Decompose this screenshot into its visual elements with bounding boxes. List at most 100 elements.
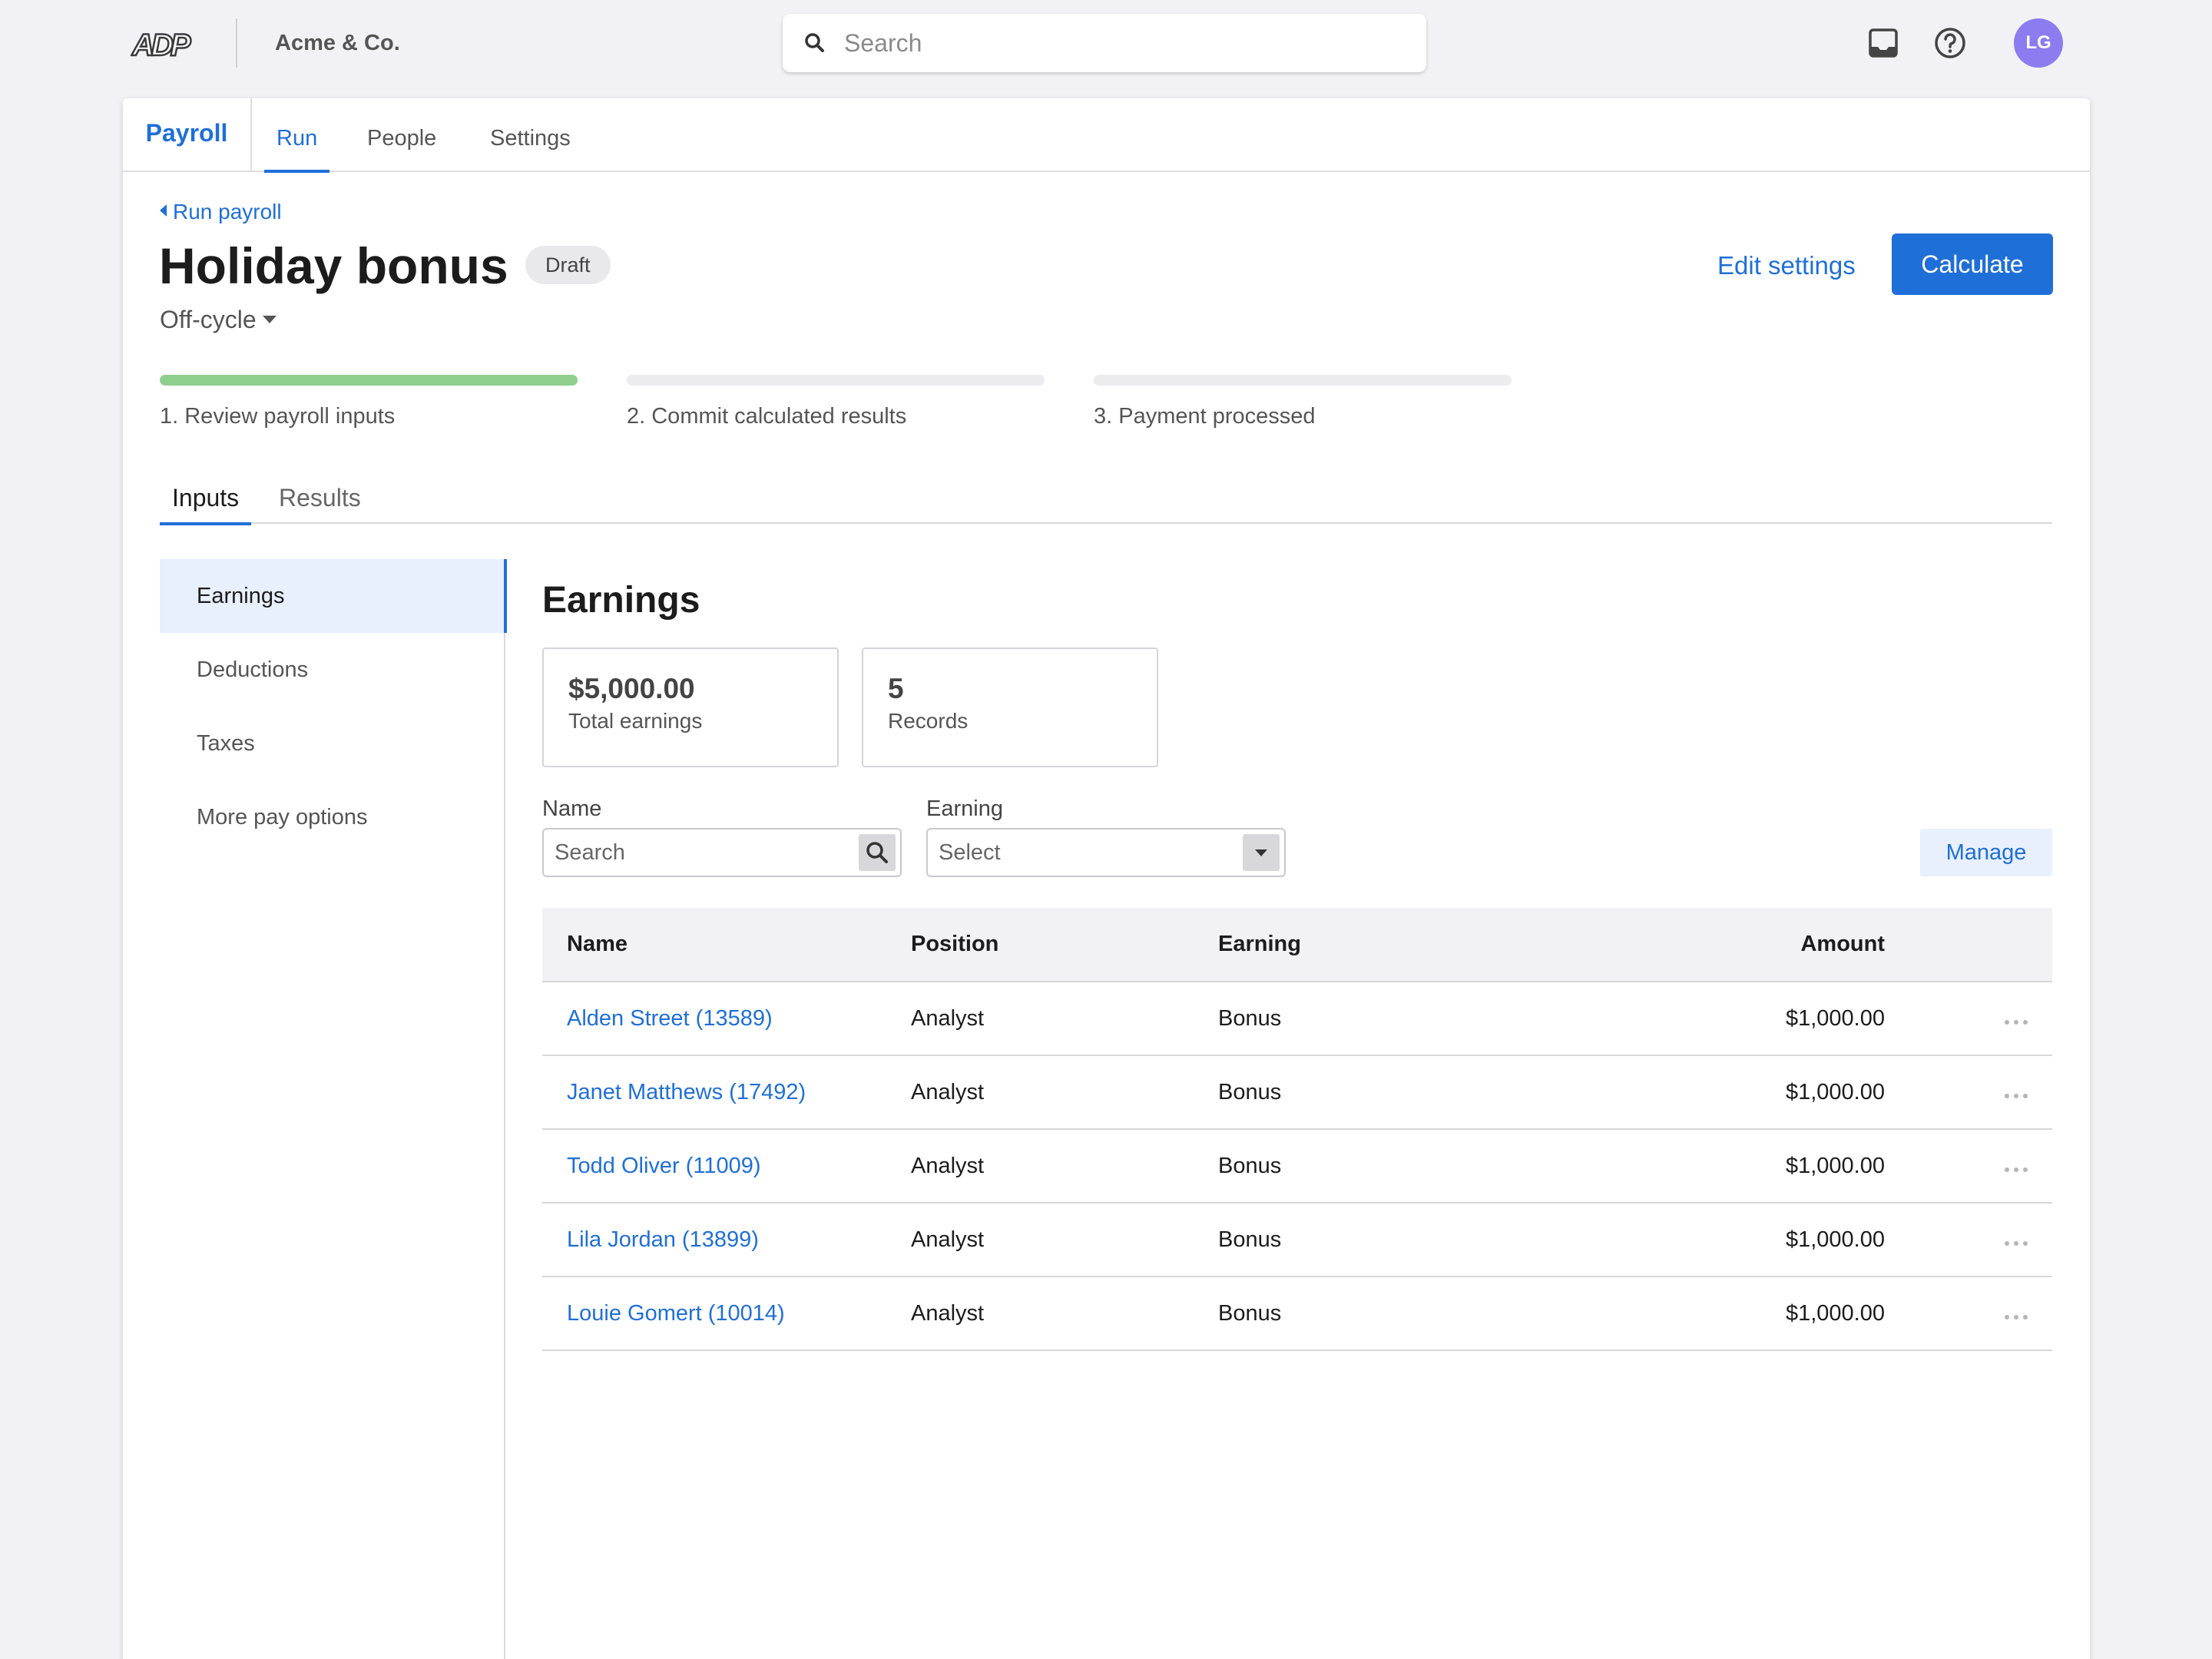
payroll-type-dropdown[interactable]: Off-cycle [160, 304, 276, 335]
top-bar: ADP Acme & Co. LG [0, 0, 2212, 86]
more-icon[interactable] [2003, 1314, 2029, 1320]
stat-label: Records [888, 709, 969, 733]
sidenav-item-earnings[interactable]: Earnings [160, 559, 507, 633]
stat-card-records: 5 Records [862, 647, 1158, 767]
earning-filter-label: Earning [926, 796, 1003, 821]
name-filter[interactable] [542, 828, 902, 877]
sidenav-item-taxes[interactable]: Taxes [160, 707, 505, 780]
back-link-label: Run payroll [173, 200, 282, 224]
logo-divider [236, 18, 237, 68]
column-header-earning[interactable]: Earning [1218, 908, 1618, 982]
progress-step-label: 3. Payment processed [1094, 404, 1316, 429]
cell-amount: $1,000.00 [1618, 1203, 1885, 1277]
cell-amount: $1,000.00 [1618, 1129, 1885, 1204]
help-icon[interactable] [1933, 26, 1967, 60]
payroll-card: Payroll Run People Settings Run payroll … [123, 98, 2090, 1659]
manage-button[interactable]: Manage [1920, 829, 2052, 876]
employee-link[interactable]: Louie Gomert (10014) [542, 1277, 911, 1351]
inbox-icon[interactable] [1866, 26, 1900, 60]
row-actions-cell [1885, 1203, 2052, 1277]
search-icon [866, 842, 888, 863]
progress-bar-fill [160, 375, 578, 386]
earning-select-value: Select [939, 840, 1001, 865]
table-header-row: Name Position Earning Amount [542, 908, 2052, 982]
employee-link[interactable]: Todd Oliver (11009) [542, 1129, 911, 1204]
stat-card-total-earnings: $5,000.00 Total earnings [542, 647, 839, 767]
table-row: Lila Jordan (13899) Analyst Bonus $1,000… [542, 1203, 2052, 1277]
employee-link[interactable]: Alden Street (13589) [542, 982, 911, 1056]
earning-select-toggle[interactable] [1243, 834, 1280, 871]
earning-select[interactable]: Select [926, 828, 1286, 877]
page-title: Holiday bonus [159, 237, 508, 294]
chevron-left-icon [160, 204, 167, 217]
sidenav-item-deductions[interactable]: Deductions [160, 633, 505, 707]
status-badge: Draft [525, 246, 611, 284]
sub-tab-bar: Inputs Results [159, 467, 2052, 525]
employee-link[interactable]: Janet Matthews (17492) [542, 1055, 911, 1130]
progress-step-2: 2. Commit calculated results [627, 375, 1045, 432]
more-icon[interactable] [2003, 1240, 2029, 1247]
more-icon[interactable] [2003, 1019, 2029, 1025]
chevron-down-icon [1255, 849, 1267, 856]
progress-bar [627, 375, 1045, 386]
tab-results[interactable]: Results [279, 467, 361, 524]
name-search-button[interactable] [859, 834, 896, 871]
cell-earning: Bonus [1218, 1277, 1618, 1351]
calculate-button[interactable]: Calculate [1892, 233, 2053, 295]
name-filter-label: Name [542, 796, 602, 821]
cell-amount: $1,000.00 [1618, 1277, 1885, 1351]
cell-amount: $1,000.00 [1618, 982, 1885, 1056]
earnings-table: Name Position Earning Amount Alden Stree… [542, 908, 2052, 1351]
more-icon[interactable] [2003, 1167, 2029, 1173]
progress-step-label: 2. Commit calculated results [627, 404, 907, 429]
table-row: Todd Oliver (11009) Analyst Bonus $1,000… [542, 1129, 2052, 1204]
cell-position: Analyst [911, 1203, 1218, 1277]
column-header-actions [1885, 908, 2052, 982]
row-actions-cell [1885, 1055, 2052, 1130]
section-sidenav: Earnings Deductions Taxes More pay optio… [160, 559, 507, 1659]
adp-logo[interactable]: ADP [131, 26, 201, 61]
tab-inputs[interactable]: Inputs [159, 467, 252, 525]
payroll-type-label: Off-cycle [160, 306, 257, 333]
app-tab-payroll[interactable]: Payroll [123, 98, 252, 172]
cell-earning: Bonus [1218, 982, 1618, 1056]
name-search-input[interactable] [555, 836, 846, 869]
table-row: Janet Matthews (17492) Analyst Bonus $1,… [542, 1055, 2052, 1130]
cell-position: Analyst [911, 1055, 1218, 1130]
column-header-name[interactable]: Name [542, 908, 911, 982]
progress-step-1: 1. Review payroll inputs [160, 375, 578, 432]
progress-bar [160, 375, 578, 386]
progress-bar [1094, 375, 1512, 386]
column-header-amount[interactable]: Amount [1618, 908, 1885, 982]
user-avatar[interactable]: LG [2014, 18, 2063, 68]
company-name[interactable]: Acme & Co. [275, 28, 400, 58]
cell-position: Analyst [911, 982, 1218, 1056]
svg-text:ADP: ADP [131, 28, 191, 61]
cell-amount: $1,000.00 [1618, 1055, 1885, 1130]
row-actions-cell [1885, 982, 2052, 1056]
sidenav-item-more-pay-options[interactable]: More pay options [160, 780, 505, 854]
column-header-position[interactable]: Position [911, 908, 1218, 982]
back-link-run-payroll[interactable]: Run payroll [160, 197, 282, 227]
more-icon[interactable] [2003, 1093, 2029, 1099]
stat-label: Total earnings [568, 709, 703, 733]
row-actions-cell [1885, 1129, 2052, 1204]
tab-people[interactable]: People [367, 98, 436, 172]
cell-position: Analyst [911, 1129, 1218, 1204]
table-row: Louie Gomert (10014) Analyst Bonus $1,00… [542, 1277, 2052, 1351]
stat-value: 5 [888, 673, 904, 704]
tab-run[interactable]: Run [263, 98, 330, 173]
global-search[interactable] [783, 14, 1426, 72]
row-actions-cell [1885, 1277, 2052, 1351]
stat-value: $5,000.00 [568, 673, 695, 704]
tab-settings[interactable]: Settings [490, 98, 571, 172]
cell-position: Analyst [911, 1277, 1218, 1351]
progress-step-label: 1. Review payroll inputs [160, 404, 396, 429]
cell-earning: Bonus [1218, 1203, 1618, 1277]
table-row: Alden Street (13589) Analyst Bonus $1,00… [542, 982, 2052, 1056]
cell-earning: Bonus [1218, 1055, 1618, 1130]
search-icon [805, 33, 824, 52]
global-search-input[interactable] [844, 25, 1397, 61]
employee-link[interactable]: Lila Jordan (13899) [542, 1203, 911, 1277]
edit-settings-link[interactable]: Edit settings [1717, 247, 1856, 284]
